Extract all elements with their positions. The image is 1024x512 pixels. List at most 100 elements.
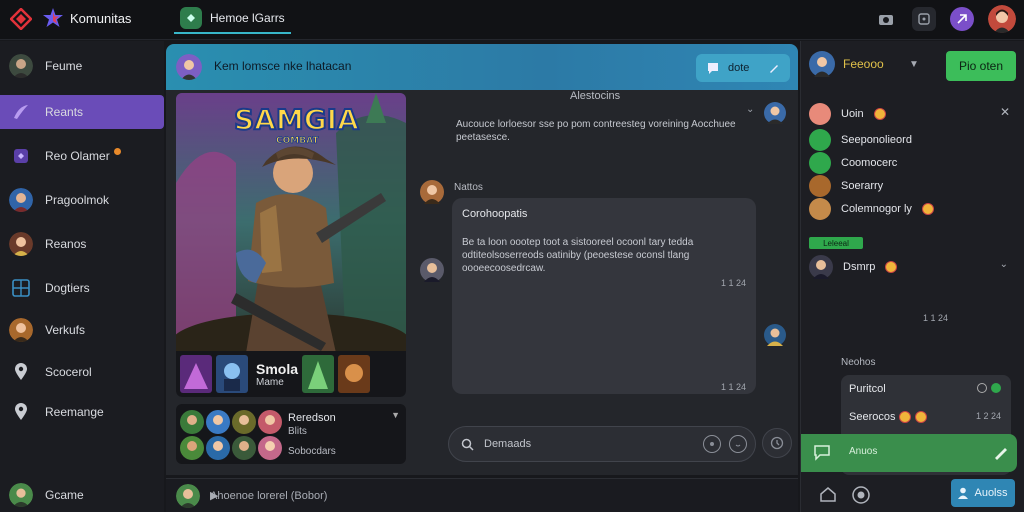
sidebar-item-label: Scocerol: [45, 365, 92, 379]
member-avatar[interactable]: [258, 410, 282, 434]
member-avatar[interactable]: [180, 436, 204, 460]
member-avatar[interactable]: [180, 410, 204, 434]
share-label: dote: [728, 62, 750, 74]
location-pin-icon: [9, 360, 33, 384]
game-logo-sub: COMBAT: [276, 136, 319, 146]
user-avatar-icon: [9, 232, 33, 256]
right-card-status: [977, 383, 1001, 393]
sidebar-item-label: Feume: [45, 59, 83, 73]
close-icon[interactable]: ✕: [1000, 105, 1010, 119]
brand-name: Komunitas: [70, 10, 132, 26]
user-avatar-icon: [809, 255, 833, 279]
share-button[interactable]: dote: [696, 54, 790, 82]
member-avatar[interactable]: [206, 436, 230, 460]
message-composer[interactable]: Ahoenoe lorerel (Bobor) ▶: [166, 478, 798, 512]
chevron-down-icon[interactable]: ⌄: [746, 104, 754, 115]
thumbnail-3[interactable]: [302, 355, 335, 393]
sidebar-item-feume[interactable]: Feume: [0, 49, 164, 83]
send-icon[interactable]: ▶: [210, 489, 780, 502]
reply-avatar[interactable]: [420, 258, 444, 282]
app-window: Komunitas Hemoe lGarrs Feume Reants Reo …: [0, 0, 1024, 512]
channel-title: Kem lomsce nke lhatacan: [214, 59, 352, 73]
right-row[interactable]: Seeponolieord: [809, 129, 912, 151]
member-avatar[interactable]: [206, 410, 230, 434]
sidebar-item-reemange[interactable]: Reemange: [0, 395, 164, 429]
member-avatar[interactable]: [232, 410, 256, 434]
sidebar-footer-profile[interactable]: Gcame: [0, 478, 164, 512]
camera-icon[interactable]: [874, 7, 898, 31]
thread-avatar[interactable]: [764, 102, 786, 124]
game-thumbnails: Smola Mame: [176, 351, 406, 397]
message-title: Corohoopatis: [462, 208, 528, 220]
sidebar-item-scocerol[interactable]: Scocerol: [0, 355, 164, 389]
channel-avatar: [176, 54, 202, 80]
thumbnail-4[interactable]: [338, 355, 371, 393]
right-row[interactable]: Uoin: [809, 103, 886, 125]
app-logo-icon: [10, 8, 32, 30]
game-strip-title: Smola Mame: [256, 361, 298, 388]
live-user-row[interactable]: Dsmrp: [809, 255, 898, 279]
chevron-down-icon[interactable]: ⌄: [1000, 259, 1008, 270]
user-switch-icon[interactable]: [950, 7, 974, 31]
user-avatar-icon: [9, 188, 33, 212]
clock-icon[interactable]: [762, 428, 792, 458]
member-avatar[interactable]: [232, 436, 256, 460]
sidebar-item-reanos[interactable]: Reanos: [0, 227, 164, 261]
chevron-down-icon[interactable]: ▼: [391, 410, 400, 420]
notification-badge: [113, 147, 121, 155]
record-icon[interactable]: [851, 485, 871, 505]
message-time: 1 1 24: [720, 382, 746, 392]
sidebar-item-dogtiers[interactable]: Dogtiers: [0, 271, 164, 305]
right-row[interactable]: Colemnogor ly: [809, 198, 934, 220]
thumbnail-1[interactable]: [180, 355, 212, 393]
message-body: Be ta loon oootep toot a sistooreel ocoo…: [462, 237, 694, 274]
mention-icon[interactable]: [703, 435, 721, 453]
user-avatar-icon: [809, 175, 831, 197]
user-avatar-icon: [9, 54, 33, 78]
sidebar-item-pragoolmok[interactable]: Pragoolmok: [0, 183, 164, 217]
profile-avatar[interactable]: [988, 5, 1016, 33]
chat-icon: [809, 129, 831, 151]
green-action-bar[interactable]: Anuos: [801, 434, 1017, 472]
members-card[interactable]: Reredson Blits Sobocdars ▼: [176, 404, 406, 464]
user-avatar-icon: [809, 103, 831, 125]
message-author: Nattos: [454, 182, 483, 193]
composer-avatar: [176, 484, 200, 508]
right-card-line2-text: Seerocos: [849, 411, 896, 423]
sidebar-item-label: Reanos: [45, 237, 87, 251]
person-icon: [958, 487, 969, 499]
side-avatar[interactable]: [764, 324, 786, 346]
right-row-label: Coomocerc: [841, 157, 898, 169]
right-card-line1: Puritcol: [849, 383, 886, 395]
channel-header: Kem lomsce nke lhatacan dote: [166, 44, 798, 90]
sidebar-item-reo-olamer[interactable]: Reo Olamer: [0, 139, 164, 173]
search-input[interactable]: Demaads: [448, 426, 756, 462]
emoji-icon[interactable]: [729, 435, 747, 453]
house-icon[interactable]: [819, 485, 837, 503]
sidebar-item-reants[interactable]: Reants: [0, 95, 164, 129]
tab-home-games[interactable]: Hemoe lGarrs: [174, 4, 291, 34]
right-row[interactable]: Coomocerc: [809, 152, 897, 174]
join-button[interactable]: Pio oten: [946, 51, 1016, 81]
brand[interactable]: Komunitas: [42, 7, 131, 29]
search-actions: [703, 435, 747, 453]
game-name: Smola: [256, 360, 299, 377]
right-row[interactable]: Soerarry: [809, 175, 883, 197]
author-avatar[interactable]: [420, 180, 444, 204]
message-bubble: Corohoopatis Be ta loon oootep toot a si…: [452, 198, 756, 394]
sidebar-item-label: Reo Olamer: [45, 149, 110, 163]
game-logo-text: SAMGIA: [234, 103, 359, 136]
thumbnail-2[interactable]: [216, 355, 248, 393]
notification-icon[interactable]: [912, 7, 936, 31]
game-card[interactable]: SAMGIA COMBAT Smola Mame: [176, 93, 406, 397]
profile-button-label: Auolss: [974, 487, 1008, 499]
profile-button[interactable]: Auolss: [951, 479, 1015, 507]
right-panel-user[interactable]: Feeooo: [809, 51, 884, 77]
chat-bubble-icon: [814, 445, 830, 461]
pencil-icon[interactable]: [993, 444, 1009, 460]
chevron-down-icon[interactable]: ▼: [909, 59, 919, 70]
emoji-icon: [899, 411, 912, 423]
thread-header: Alestocins: [570, 90, 621, 102]
member-avatar[interactable]: [258, 436, 282, 460]
sidebar-item-verkufs[interactable]: Verkufs: [0, 313, 164, 347]
